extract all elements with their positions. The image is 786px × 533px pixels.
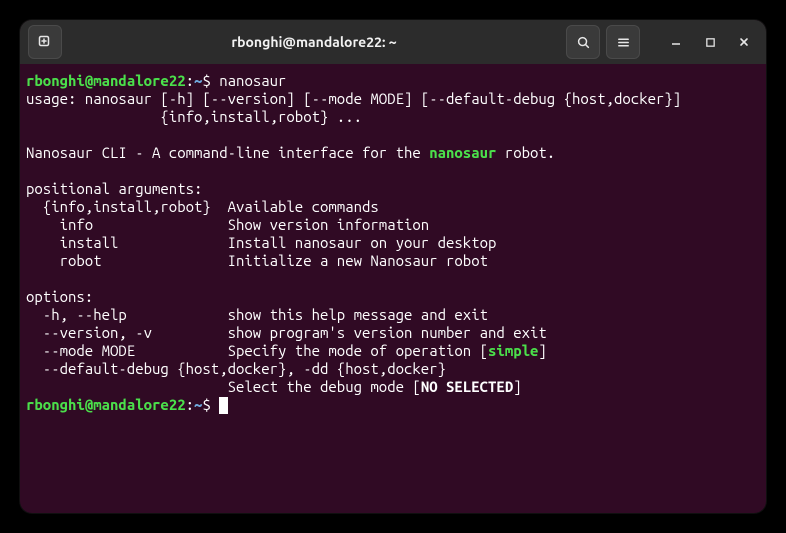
output-opts-3: --mode MODE Specify the mode of operatio… — [26, 342, 547, 359]
output-opts-4: --default-debug {host,docker}, -dd {host… — [26, 360, 446, 377]
prompt-dollar: $ — [202, 72, 210, 89]
terminal-window: rbonghi@mandalore22: ~ — [20, 20, 766, 513]
output-opts-header: options: — [26, 288, 93, 305]
search-icon — [576, 35, 591, 50]
terminal-body[interactable]: rbonghi@mandalore22:~$ nanosaur usage: n… — [20, 64, 766, 513]
hamburger-icon — [616, 35, 631, 50]
output-posargs-header: positional arguments: — [26, 180, 202, 197]
output-opts-1: -h, --help show this help message and ex… — [26, 306, 488, 323]
close-icon — [738, 36, 750, 48]
output-opts-2: --version, -v show program's version num… — [26, 324, 547, 341]
nanosaur-link: nanosaur — [429, 144, 496, 161]
maximize-icon — [705, 37, 716, 48]
cursor — [219, 397, 228, 414]
new-tab-icon — [37, 34, 53, 50]
window-title: rbonghi@mandalore22: ~ — [70, 34, 558, 50]
output-usage-1: usage: nanosaur [-h] [--version] [--mode… — [26, 90, 681, 107]
debug-mode-value: NO SELECTED — [421, 378, 513, 395]
prompt-line-2: rbonghi@mandalore22:~$ — [26, 396, 228, 413]
output-usage-2: {info,install,robot} ... — [26, 108, 362, 125]
prompt-host: mandalore22 — [93, 72, 185, 89]
titlebar: rbonghi@mandalore22: ~ — [20, 20, 766, 64]
new-tab-button[interactable] — [28, 25, 62, 59]
output-posargs-1: {info,install,robot} Available commands — [26, 198, 379, 215]
mode-value: simple — [488, 342, 538, 359]
minimize-icon — [670, 36, 682, 48]
output-posargs-3: install Install nanosaur on your desktop — [26, 234, 496, 251]
output-posargs-2: info Show version information — [26, 216, 429, 233]
command-input: nanosaur — [219, 72, 286, 89]
output-opts-5: Select the debug mode [NO SELECTED] — [26, 378, 522, 395]
prompt-line-1: rbonghi@mandalore22:~$ nanosaur — [26, 72, 286, 89]
output-posargs-4: robot Initialize a new Nanosaur robot — [26, 252, 488, 269]
output-desc: Nanosaur CLI - A command-line interface … — [26, 144, 555, 161]
maximize-button[interactable] — [696, 28, 724, 56]
prompt-user: rbonghi — [26, 72, 85, 89]
hamburger-menu-button[interactable] — [606, 25, 640, 59]
search-button[interactable] — [566, 25, 600, 59]
close-button[interactable] — [730, 28, 758, 56]
minimize-button[interactable] — [662, 28, 690, 56]
